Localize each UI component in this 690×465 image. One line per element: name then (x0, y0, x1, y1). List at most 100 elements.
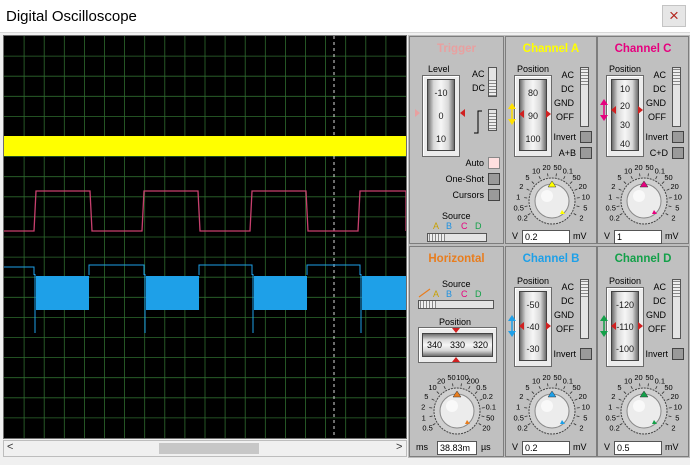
knob-tick (526, 188, 530, 191)
knob-tick (443, 386, 446, 390)
channel-c-combine-label: C+D (649, 148, 668, 158)
trigger-auto-label: Auto (465, 158, 484, 168)
trigger-oneshot-button[interactable] (488, 173, 500, 185)
knob-highlight (541, 400, 553, 412)
channel-b-coupling-slider[interactable] (580, 279, 589, 339)
knob-tick (547, 173, 549, 177)
horizontal-source-slider[interactable] (418, 300, 494, 309)
trigger-source-label: Source (442, 211, 471, 221)
knob-scale-label: 5 (675, 203, 679, 212)
knob-tick (460, 383, 462, 387)
horizontal-scrollbar[interactable]: < > (3, 440, 407, 457)
channel-c-volts-display[interactable]: 1 (614, 230, 662, 244)
knob-tick (481, 415, 485, 417)
channel-b-position-label: Position (517, 276, 550, 286)
horizontal-source-a: A (433, 289, 440, 299)
knob-scale-label: 50 (572, 173, 580, 182)
knob-tick (616, 205, 620, 207)
channel-c-combine-button[interactable] (672, 147, 684, 159)
scope-screen[interactable] (3, 35, 407, 439)
scroll-right-icon[interactable]: > (396, 441, 402, 453)
knob-tick (574, 398, 578, 401)
channel-a-combine-button[interactable] (580, 147, 592, 159)
channel-a-invert-button[interactable] (580, 131, 592, 143)
horizontal-title: Horizontal (428, 253, 485, 265)
knob-scale-label: 5 (617, 173, 621, 182)
knob-tick (576, 415, 580, 417)
channel-d-volts-knob[interactable]: 0.20.512510 20 50 0.150201052 (599, 371, 689, 443)
knob-scale-label: 10 (624, 376, 632, 385)
channel-b-volts-display[interactable]: 0.2 (522, 441, 570, 455)
knob-scale-label: 1 (608, 192, 612, 201)
knob-tick (619, 423, 623, 426)
channel-d-invert-button[interactable] (672, 348, 684, 360)
knob-tick (436, 391, 440, 394)
channel-d-gnd-label: GND (646, 310, 666, 320)
trigger-source-a: A (433, 221, 440, 231)
knob-tick (452, 383, 454, 387)
knob-tick (668, 205, 672, 207)
horizontal-position-markers (452, 328, 460, 362)
channel-c-position-label: Position (609, 64, 642, 74)
channel-c-coupling-slider[interactable] (672, 67, 681, 127)
channel-a-ac-label: AC (561, 70, 574, 80)
trace-b-envelope (4, 264, 361, 275)
knob-scale-label: 10 (674, 402, 682, 411)
channel-a-volts-display[interactable]: 0.2 (522, 230, 570, 244)
close-button[interactable]: × (662, 5, 686, 27)
horizontal-source-b: B (446, 289, 453, 299)
knob-scale-label: 5 (424, 392, 428, 401)
knob-scale-label: 1 (608, 402, 612, 411)
horizontal-time-knob[interactable]: 0.51251020 50 1002000.50.20.15020 (412, 371, 502, 443)
horizontal-position-tick: 340 (427, 340, 443, 350)
channel-a-combine-label: A+B (558, 148, 576, 158)
knob-tick (563, 176, 566, 180)
channel-c-volts-knob[interactable]: 0.20.512510 20 50 0.150201052 (599, 161, 689, 231)
channel-a-volts-knob[interactable]: 0.20.512510 20 50 0.150201052 (507, 161, 597, 231)
knob-tick (432, 423, 436, 426)
channel-a-unit-left: V (512, 231, 519, 241)
knob-scale-label: 5 (583, 203, 587, 212)
trigger-source-slider[interactable] (427, 233, 487, 242)
knob-tick (573, 423, 577, 426)
trace-b-block (362, 276, 406, 310)
channel-b-gnd-label: GND (554, 310, 574, 320)
knob-scale-label: 2 (421, 402, 425, 411)
channel-c-section: Channel C Position 10 20 30 40 AC DC GND… (597, 36, 689, 244)
knob-scale-label: 20 (437, 376, 445, 385)
knob-tick (665, 213, 669, 216)
channel-b-invert-button[interactable] (580, 348, 592, 360)
knob-scale-label: 20 (579, 182, 587, 191)
trigger-edge-icon (474, 110, 482, 134)
knob-scale-label: 5 (583, 413, 587, 422)
knob-tick (429, 415, 433, 417)
knob-tick (639, 173, 641, 177)
channel-c-ac-label: AC (653, 70, 666, 80)
channel-c-invert-button[interactable] (672, 131, 684, 143)
channel-c-invert-label: Invert (645, 132, 668, 142)
trigger-level-markers (415, 109, 465, 117)
knob-scale-label: 2 (671, 214, 675, 223)
knob-tick (623, 181, 627, 184)
knob-scale-label: 1 (516, 402, 520, 411)
knob-tick (574, 188, 578, 191)
trigger-coupling-slider[interactable] (488, 67, 497, 97)
channel-b-volts-knob[interactable]: 0.20.512510 20 50 0.150201052 (507, 371, 597, 443)
horizontal-time-display[interactable]: 38.83m (437, 441, 477, 455)
channel-d-coupling-slider[interactable] (672, 279, 681, 339)
control-panel: Trigger Level -10 0 10 AC DC Auto One-Sh… (408, 35, 690, 458)
channel-a-invert-label: Invert (553, 132, 576, 142)
scrollbar-thumb[interactable] (159, 443, 259, 454)
channel-a-coupling-slider[interactable] (580, 67, 589, 127)
trigger-edge-slider[interactable] (488, 109, 497, 131)
knob-scale-label: 0.2 (609, 424, 619, 433)
scroll-left-icon[interactable]: < (7, 441, 13, 453)
trigger-cursors-button[interactable] (488, 189, 500, 201)
channel-c-unit-right: mV (665, 231, 679, 241)
channel-d-volts-display[interactable]: 0.5 (614, 441, 662, 455)
knob-tick (665, 423, 669, 426)
trigger-auto-button[interactable] (488, 157, 500, 169)
knob-tick (666, 398, 670, 401)
knob-tick (527, 213, 531, 216)
knob-tick (555, 173, 557, 177)
